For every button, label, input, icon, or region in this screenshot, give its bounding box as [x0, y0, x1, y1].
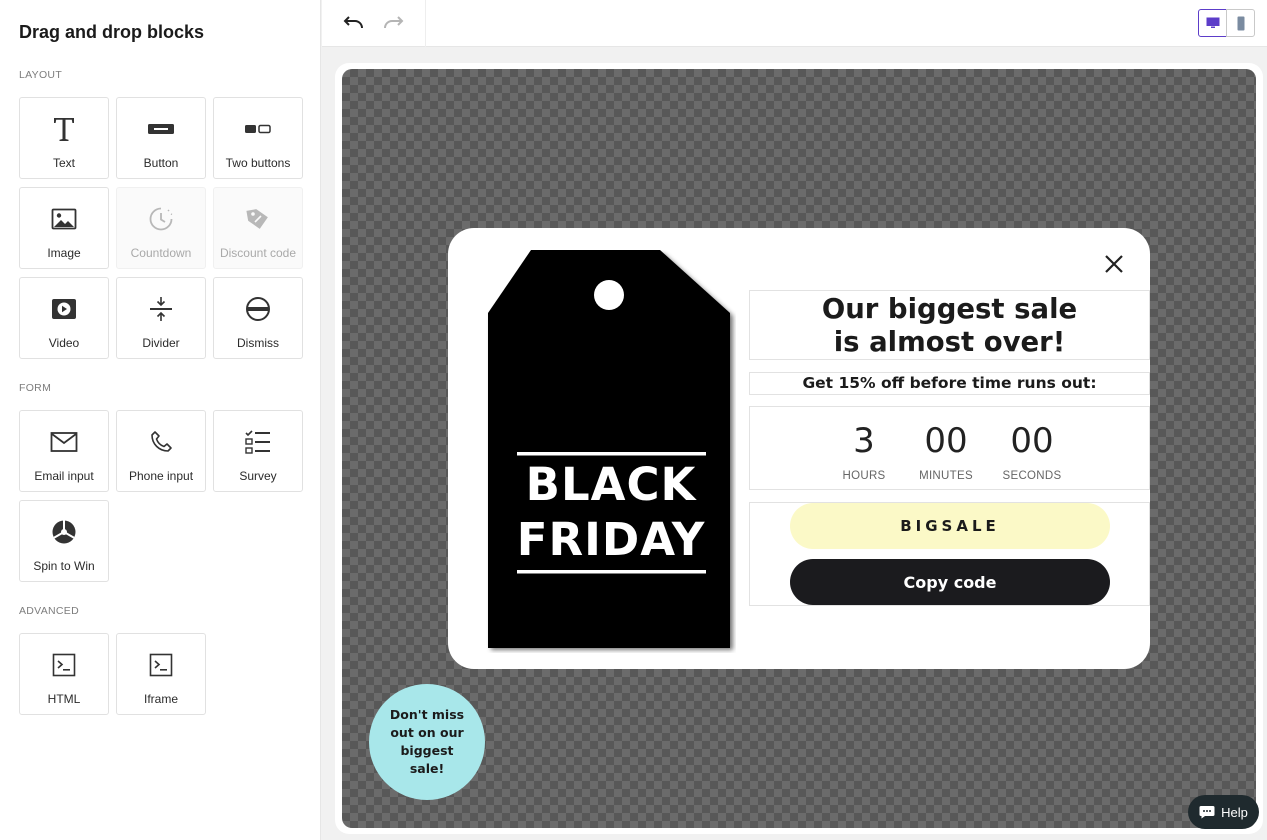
countdown-minutes-label: MINUTES [919, 470, 973, 482]
email-icon [49, 427, 79, 457]
block-button[interactable]: Button [116, 97, 206, 179]
block-email-input[interactable]: Email input [19, 410, 109, 492]
countdown-seconds-value: 00 [1010, 421, 1054, 461]
desktop-icon [1206, 17, 1219, 28]
block-spin-to-win[interactable]: Spin to Win [19, 500, 109, 582]
chat-icon [1199, 806, 1215, 819]
block-label: Text [52, 156, 75, 170]
block-label: Email input [34, 469, 94, 483]
block-label: Two buttons [225, 156, 291, 170]
section-label-form: FORM [19, 382, 52, 394]
block-discount-code: Discount code [213, 187, 303, 269]
clock-icon [146, 204, 176, 234]
block-label: HTML [47, 692, 81, 706]
block-survey[interactable]: Survey [213, 410, 303, 492]
discount-code-value[interactable]: BIGSALE [790, 503, 1110, 549]
terminal-icon [146, 650, 176, 680]
redo-button[interactable] [380, 10, 406, 34]
blocks-sidebar: Drag and drop blocks LAYOUT Text Button … [0, 0, 321, 840]
desktop-view-button[interactable] [1198, 9, 1227, 37]
block-label: Divider [142, 336, 180, 350]
countdown-seconds-label: SECONDS [1002, 470, 1062, 482]
countdown-hours-value: 3 [853, 421, 875, 461]
block-video[interactable]: Video [19, 277, 109, 359]
block-label: Video [48, 336, 80, 350]
tag-line-friday: FRIDAY [516, 513, 706, 566]
countdown-block[interactable]: 3 HOURS 00 MINUTES 00 SECONDS [749, 406, 1150, 490]
block-label: Dismiss [237, 336, 279, 350]
help-button[interactable]: Help [1188, 795, 1259, 829]
section-label-layout: LAYOUT [19, 69, 63, 81]
block-divider[interactable]: Divider [116, 277, 206, 359]
block-label: Countdown [130, 246, 192, 260]
block-iframe[interactable]: Iframe [116, 633, 206, 715]
undo-button[interactable] [341, 10, 367, 34]
button-icon [146, 114, 176, 144]
mobile-view-button[interactable] [1226, 9, 1255, 37]
toolbar-divider [425, 0, 426, 47]
block-html[interactable]: HTML [19, 633, 109, 715]
block-label: Discount code [219, 246, 297, 260]
block-two-buttons[interactable]: Two buttons [213, 97, 303, 179]
headline-block[interactable]: Our biggest sale is almost over! [749, 290, 1150, 360]
section-label-advanced: ADVANCED [19, 605, 79, 617]
block-label: Iframe [143, 692, 178, 706]
block-label: Phone input [128, 469, 194, 483]
countdown-hours-label: HOURS [842, 470, 886, 482]
block-label: Button [143, 156, 179, 170]
wheel-icon [49, 517, 79, 547]
block-label: Survey [239, 469, 277, 483]
terminal-icon [49, 650, 79, 680]
help-label: Help [1221, 804, 1248, 820]
text-icon [49, 114, 79, 144]
block-countdown: Countdown [116, 187, 206, 269]
subheadline-block[interactable]: Get 15% off before time runs out: [749, 372, 1150, 395]
mobile-icon [1237, 16, 1244, 30]
headline-line-1: Our biggest sale [821, 293, 1078, 325]
discount-tag-icon [243, 204, 273, 234]
sidebar-title: Drag and drop blocks [19, 22, 205, 42]
copy-code-button[interactable]: Copy code [790, 559, 1110, 605]
block-label: Spin to Win [33, 559, 95, 573]
close-icon[interactable] [1103, 253, 1125, 275]
redo-icon [384, 16, 404, 29]
divider-icon [146, 294, 176, 324]
video-icon [49, 294, 79, 324]
countdown-minutes-value: 00 [924, 421, 968, 461]
teaser-bubble[interactable]: Don't miss out on our biggest sale! [369, 684, 485, 800]
black-friday-tag-image[interactable]: BLACK FRIDAY [486, 250, 736, 653]
image-icon [49, 204, 79, 234]
two-buttons-icon [243, 114, 273, 144]
block-phone-input[interactable]: Phone input [116, 410, 206, 492]
block-label: Image [47, 246, 81, 260]
survey-icon [243, 427, 273, 457]
block-text[interactable]: Text [19, 97, 109, 179]
dismiss-icon [243, 294, 273, 324]
tag-line-black: BLACK [525, 458, 697, 511]
block-dismiss[interactable]: Dismiss [213, 277, 303, 359]
phone-icon [146, 427, 176, 457]
undo-icon [343, 16, 363, 29]
editor-toolbar [322, 0, 1267, 47]
headline-line-2: is almost over! [833, 326, 1066, 358]
block-image[interactable]: Image [19, 187, 109, 269]
